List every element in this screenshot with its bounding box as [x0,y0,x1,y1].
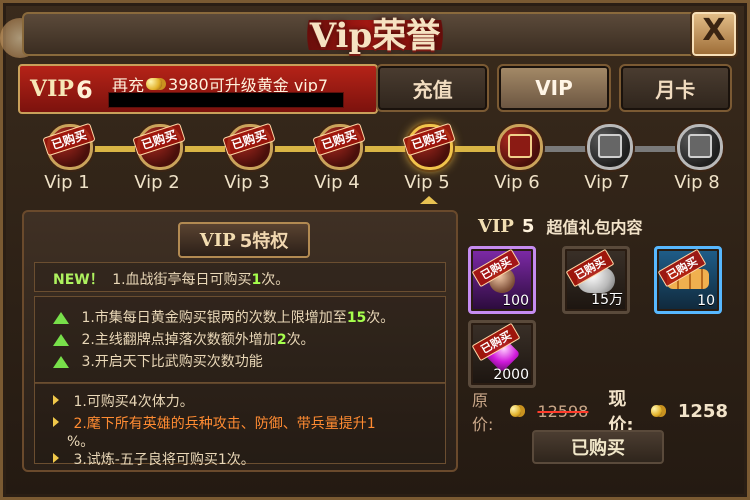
original-price: 12598 [537,401,589,421]
up-arrow-icon [53,312,69,324]
privilege-text-prefix: 1.血战街亭每日可购买 [112,272,252,288]
recharge-amount: 3980 [168,74,209,94]
vip-level-label: Vip 7 [584,172,630,193]
gift-header: VIP 5 超值礼包内容 [478,212,718,240]
privilege-line: 1.市集每日黄金购买银两的次数上限增加至15次。 [53,307,394,327]
gift-item-gem[interactable]: 已购买 2000 [468,320,536,388]
privilege-text-suffix: 次。 [286,332,315,348]
gift-box-icon [508,134,532,158]
vip-level-4[interactable]: 已购买 Vip 4 [292,112,382,208]
vip-level-2[interactable]: 已购买 Vip 2 [112,112,202,208]
vip-level-label: Vip 6 [494,172,540,193]
privilege-text-number: 1 [251,272,262,288]
gift-box-icon [688,134,712,158]
privilege-line: 2.麾下所有英雄的兵种攻击、防御、带兵量提升1 [53,413,376,433]
privilege-text-prefix: 1.市集每日黄金购买银两的次数上限增加至 [81,310,347,326]
gift-vip-level: 5 [521,215,535,237]
title-banner: Vip荣誉 [260,0,490,62]
privileges-title-rest: 5特权 [239,231,289,252]
gold-coin-icon [650,405,662,417]
price-row: 原价: 12598 现价: 1258 [472,389,728,436]
up-arrow-icon [53,356,69,368]
window-title: Vip荣誉 [309,16,441,56]
bullet-icon [53,395,59,405]
vip-level-label: Vip 8 [674,172,720,193]
vip-level-5-selected[interactable]: 已购买 Vip 5 [382,112,472,208]
privilege-line-continued: %。 [67,434,95,450]
current-price: 1258 [677,400,728,422]
privilege-text: 3.试炼-五子良将可购买1次。 [73,452,255,468]
privilege-text-prefix: 3.开启天下比武购买次数功能 [81,354,263,370]
vip-honor-window: Vip荣誉 X VIP 6 再充 3980 可升级黄金 vip7 充值 VIP … [0,0,750,500]
privileges-box-other: 1.可购买4次体力。 2.麾下所有英雄的兵种攻击、防御、带兵量提升1 %。 3.… [34,382,446,468]
privilege-text-suffix: 次。 [261,272,290,288]
close-button[interactable]: X [690,10,738,58]
vip-level-label: Vip 4 [314,172,360,193]
gift-title: 超值礼包内容 [546,218,643,237]
item-quantity: 100 [502,293,529,309]
item-quantity: 2000 [493,367,529,383]
item-quantity: 15万 [591,292,623,308]
bullet-icon [53,417,59,427]
privilege-line: 3.试炼-五子良将可购买1次。 [53,449,255,469]
vip-level-track: 已购买 Vip 1 已购买 Vip 2 已购买 Vip 3 已购买 Vip 4 … [22,112,732,208]
gold-coin-icon [510,405,522,417]
selected-indicator-icon [420,196,438,204]
gift-item-silver[interactable]: 已购买 15万 [562,246,630,314]
tab-monthly-card[interactable]: 月卡 [618,64,732,112]
privileges-title-vip: VIP [199,229,236,251]
vip-progress-bar [108,92,344,108]
vip-level-7[interactable]: Vip 7 [562,112,652,208]
vip-level-label: Vip 3 [224,172,270,193]
privileges-title: VIP 5特权 [178,222,310,258]
privilege-text-suffix: 次。 [366,310,395,326]
vip-level-label: Vip 2 [134,172,180,193]
privilege-text-number: 15 [346,310,367,326]
vip-level-label: Vip 1 [44,172,90,193]
tab-recharge[interactable]: 充值 [376,64,490,112]
item-quantity: 10 [697,293,715,309]
vip-level-label: Vip 5 [404,172,450,193]
privilege-text-number: 2 [276,332,287,348]
vip-level-1[interactable]: 已购买 Vip 1 [22,112,112,208]
up-arrow-icon [53,334,69,346]
vip-level-3[interactable]: 已购买 Vip 3 [202,112,292,208]
close-icon: X [702,13,726,48]
privilege-text-orange: 2.麾下所有英雄的兵种攻击、防御、带兵量提升1 [73,416,376,432]
tab-vip[interactable]: VIP [497,64,611,112]
vip-level-8[interactable]: Vip 8 [652,112,742,208]
purchased-button[interactable]: 已购买 [532,430,664,464]
current-vip-level: 6 [76,76,93,104]
gift-item-hero[interactable]: 已购买 100 [468,246,536,314]
vip-level-6[interactable]: Vip 6 [472,112,562,208]
privilege-line: 1.可购买4次体力。 [53,391,194,411]
vip-badge: VIP [30,76,74,102]
privilege-line: NEW！ 1.血战街亭每日可购买1次。 [53,269,289,289]
gift-panel: VIP 5 超值礼包内容 已购买 100 已购买 15万 已购买 10 已购买 … [464,210,732,468]
privilege-text-prefix: 2.主线翻牌点掉落次数额外增加 [81,332,277,348]
tab-bar: 充值 VIP 月卡 [376,64,732,112]
vip-badge-label: VIP [30,76,74,102]
vip-status-strip: VIP 6 再充 3980 可升级黄金 vip7 [18,64,378,114]
gift-vip-label: VIP [478,215,514,237]
gift-item-wood[interactable]: 已购买 10 [654,246,722,314]
bullet-icon [53,453,59,463]
original-price-label: 原价: [472,391,494,434]
privileges-panel: VIP 5特权 NEW！ 1.血战街亭每日可购买1次。 1.市集每日黄金购买银两… [22,210,458,472]
privileges-box-upgrades: 1.市集每日黄金购买银两的次数上限增加至15次。 2.主线翻牌点掉落次数额外增加… [34,296,446,384]
privileges-box-new: NEW！ 1.血战街亭每日可购买1次。 [34,262,446,292]
privilege-line: 3.开启天下比武购买次数功能 [53,351,263,371]
gold-coin-icon [146,78,163,90]
gift-box-icon [598,134,622,158]
privilege-line: 2.主线翻牌点掉落次数额外增加2次。 [53,329,315,349]
new-tag: NEW！ [53,272,104,288]
privilege-text: 1.可购买4次体力。 [73,394,194,410]
